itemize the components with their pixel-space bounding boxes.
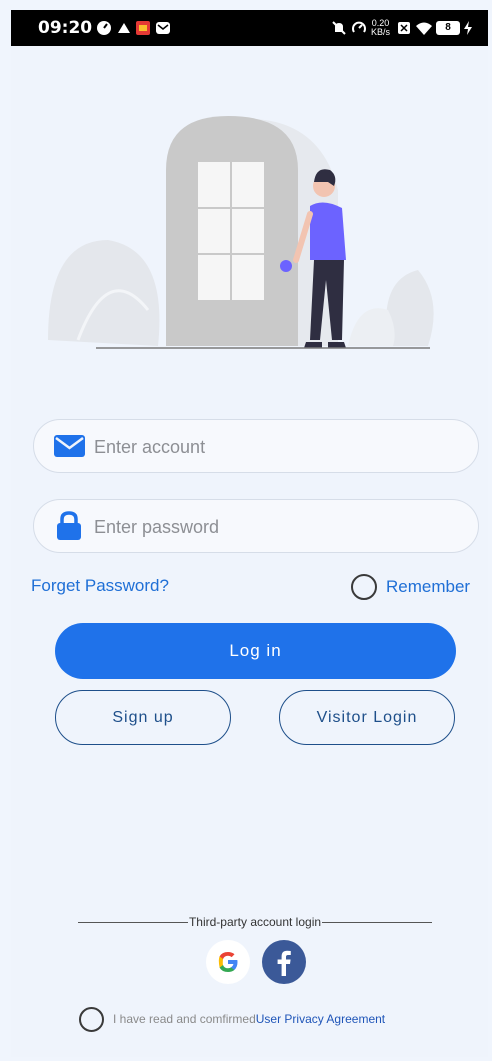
lock-icon bbox=[57, 511, 81, 540]
agreement-radio[interactable] bbox=[79, 1006, 104, 1032]
status-bar: 09:20 0.20 KB/s 8 bbox=[11, 10, 488, 46]
divider-line-left bbox=[78, 921, 188, 923]
divider-line-right bbox=[322, 921, 433, 923]
cloud-icon bbox=[118, 23, 130, 33]
login-button[interactable]: Log in bbox=[55, 623, 456, 679]
agreement-text: I have read and comfirmed bbox=[113, 1012, 256, 1026]
app-frame: 09:20 0.20 KB/s 8 Enter account Forget P… bbox=[11, 10, 488, 1057]
forget-password-link[interactable]: Forget Password? bbox=[31, 576, 169, 596]
mail-notification-icon bbox=[156, 22, 170, 34]
battery-icon: 8 bbox=[436, 21, 460, 35]
data-saver-icon bbox=[352, 21, 366, 33]
google-login-button[interactable] bbox=[206, 940, 250, 984]
visitor-login-button[interactable]: Visitor Login bbox=[279, 690, 455, 745]
bell-off-icon bbox=[332, 21, 346, 35]
door-illustration bbox=[48, 116, 434, 349]
net-speed-unit: KB/s bbox=[371, 27, 391, 37]
account-input[interactable] bbox=[94, 432, 454, 462]
third-party-divider: Third-party account login bbox=[78, 912, 433, 932]
charging-icon bbox=[464, 21, 472, 35]
google-icon bbox=[218, 952, 238, 972]
remember-radio[interactable] bbox=[351, 574, 377, 600]
net-speed: 0.20 KB/s bbox=[371, 19, 390, 37]
sim-off-icon bbox=[398, 22, 410, 34]
wifi-icon bbox=[416, 22, 432, 35]
remember-toggle[interactable]: Remember bbox=[351, 573, 470, 601]
speedometer-icon bbox=[97, 21, 111, 35]
third-party-title: Third-party account login bbox=[188, 915, 322, 929]
agreement-row: I have read and comfirmed User Privacy A… bbox=[79, 1006, 385, 1032]
account-field[interactable] bbox=[33, 419, 479, 473]
password-field[interactable] bbox=[33, 499, 479, 553]
app-badge-icon bbox=[136, 21, 150, 35]
privacy-agreement-link[interactable]: User Privacy Agreement bbox=[256, 1012, 385, 1026]
battery-level: 8 bbox=[445, 22, 451, 33]
signup-button[interactable]: Sign up bbox=[55, 690, 231, 745]
mail-icon bbox=[54, 435, 85, 457]
password-input[interactable] bbox=[94, 512, 454, 542]
facebook-login-button[interactable] bbox=[262, 940, 306, 984]
status-time: 09:20 bbox=[38, 18, 93, 38]
facebook-icon bbox=[277, 950, 291, 976]
remember-label: Remember bbox=[386, 577, 471, 596]
